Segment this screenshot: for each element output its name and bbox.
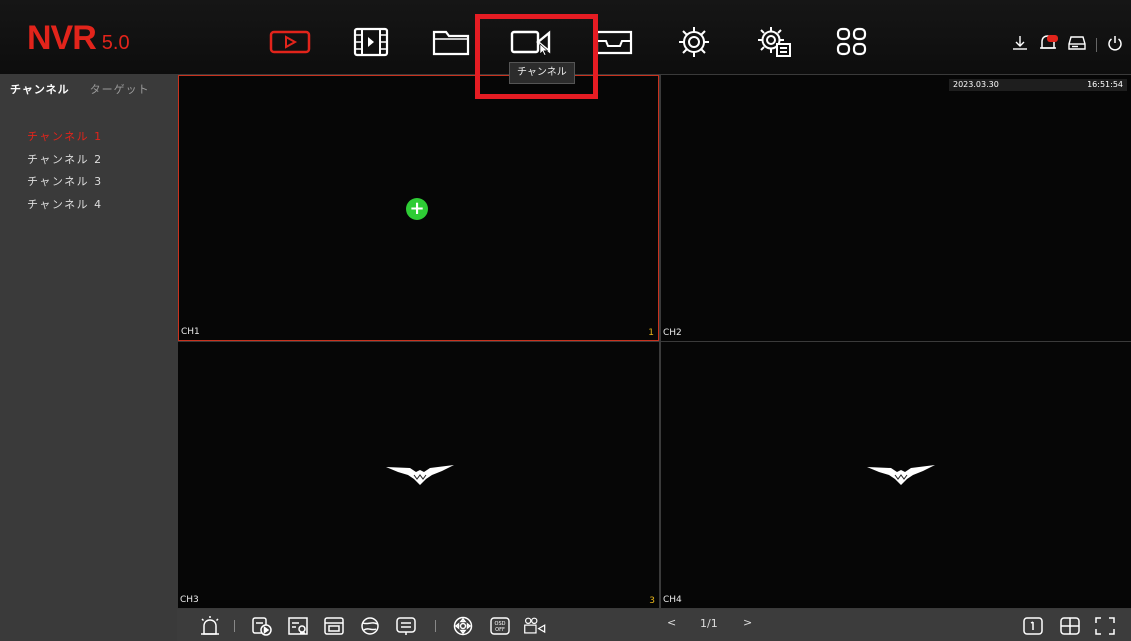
osd-bottom-text: OFF xyxy=(495,627,505,633)
tab-target[interactable]: ターゲット xyxy=(80,74,160,106)
bottom-toolbar: OSD OFF < 1/1 > xyxy=(177,609,1131,641)
channel-item-1[interactable]: チャンネル 1 xyxy=(0,126,177,149)
alarm-siren-icon[interactable] xyxy=(197,616,223,636)
cell-label: CH1 xyxy=(181,327,200,337)
download-icon[interactable] xyxy=(1012,35,1028,55)
video-clip-icon[interactable] xyxy=(348,24,394,60)
cell-label: CH4 xyxy=(663,595,682,605)
power-icon[interactable] xyxy=(1107,35,1123,55)
disk-icon[interactable] xyxy=(1068,35,1086,55)
folder-icon[interactable] xyxy=(428,24,474,60)
cell-label: CH3 xyxy=(180,595,199,605)
brand-wing-logo xyxy=(867,465,935,485)
tab-channel[interactable]: チャンネル xyxy=(0,74,80,106)
toolbar-separator xyxy=(234,620,235,632)
video-cell-ch3[interactable]: CH3 3 xyxy=(178,342,659,608)
osd-time: 16:51:54 xyxy=(1087,80,1123,89)
channel-item-2[interactable]: チャンネル 2 xyxy=(0,149,177,172)
toolbar-separator xyxy=(435,620,436,632)
brand-wing-logo xyxy=(386,465,454,485)
osd-timestamp: 2023.03.30 16:51:54 xyxy=(949,79,1127,91)
cell-number: 3 xyxy=(649,596,655,606)
next-page-button[interactable]: > xyxy=(743,616,752,629)
osd-off-icon[interactable]: OSD OFF xyxy=(487,616,513,636)
alarm-bell-icon[interactable] xyxy=(1038,34,1058,56)
apps-grid-icon[interactable] xyxy=(829,24,875,60)
system-tray xyxy=(1012,34,1123,56)
logo-version: 5.0 xyxy=(101,32,130,54)
page-indicator: 1/1 xyxy=(700,617,718,630)
hdd-manage-icon[interactable] xyxy=(321,616,347,636)
nav-tooltip: チャンネル xyxy=(509,62,575,84)
channel-list: チャンネル 1 チャンネル 2 チャンネル 3 チャンネル 4 xyxy=(0,126,177,216)
channel-item-4[interactable]: チャンネル 4 xyxy=(0,194,177,217)
fullscreen-icon[interactable] xyxy=(1092,616,1118,636)
single-view-icon[interactable] xyxy=(1020,616,1046,636)
advanced-settings-icon[interactable] xyxy=(751,24,797,60)
video-cell-ch4[interactable]: CH4 xyxy=(661,342,1131,608)
channel-item-3[interactable]: チャンネル 3 xyxy=(0,171,177,194)
network-icon[interactable] xyxy=(357,616,383,636)
video-grid: + CH1 1 2023.03.30 16:51:54 CH2 CH3 3 CH… xyxy=(177,74,1131,609)
record-audio-icon[interactable] xyxy=(523,616,549,636)
ptz-control-icon[interactable] xyxy=(450,616,476,636)
channel-sidebar: チャンネル ターゲット チャンネル 1 チャンネル 2 チャンネル 3 チャンネ… xyxy=(0,74,177,641)
nvr-logo: NVR 5.0 xyxy=(27,19,130,58)
osd-date: 2023.03.30 xyxy=(953,80,999,89)
record-playback-icon[interactable] xyxy=(249,616,275,636)
search-list-icon[interactable] xyxy=(285,616,311,636)
logo-main: NVR xyxy=(27,19,97,57)
prev-page-button[interactable]: < xyxy=(667,616,676,629)
video-cell-ch2[interactable]: 2023.03.30 16:51:54 CH2 xyxy=(661,75,1131,341)
add-camera-button[interactable]: + xyxy=(406,198,428,220)
cell-label: CH2 xyxy=(663,328,682,338)
video-cell-ch1[interactable]: + CH1 1 xyxy=(178,75,659,341)
quad-view-icon[interactable] xyxy=(1057,616,1083,636)
playback-icon[interactable] xyxy=(267,24,313,60)
highlight-annotation-box xyxy=(475,14,598,99)
message-icon[interactable] xyxy=(393,616,419,636)
sidebar-tabs: チャンネル ターゲット xyxy=(0,74,177,106)
tray-separator xyxy=(1096,38,1097,52)
cell-number: 1 xyxy=(648,328,654,338)
settings-gear-icon[interactable] xyxy=(671,24,717,60)
